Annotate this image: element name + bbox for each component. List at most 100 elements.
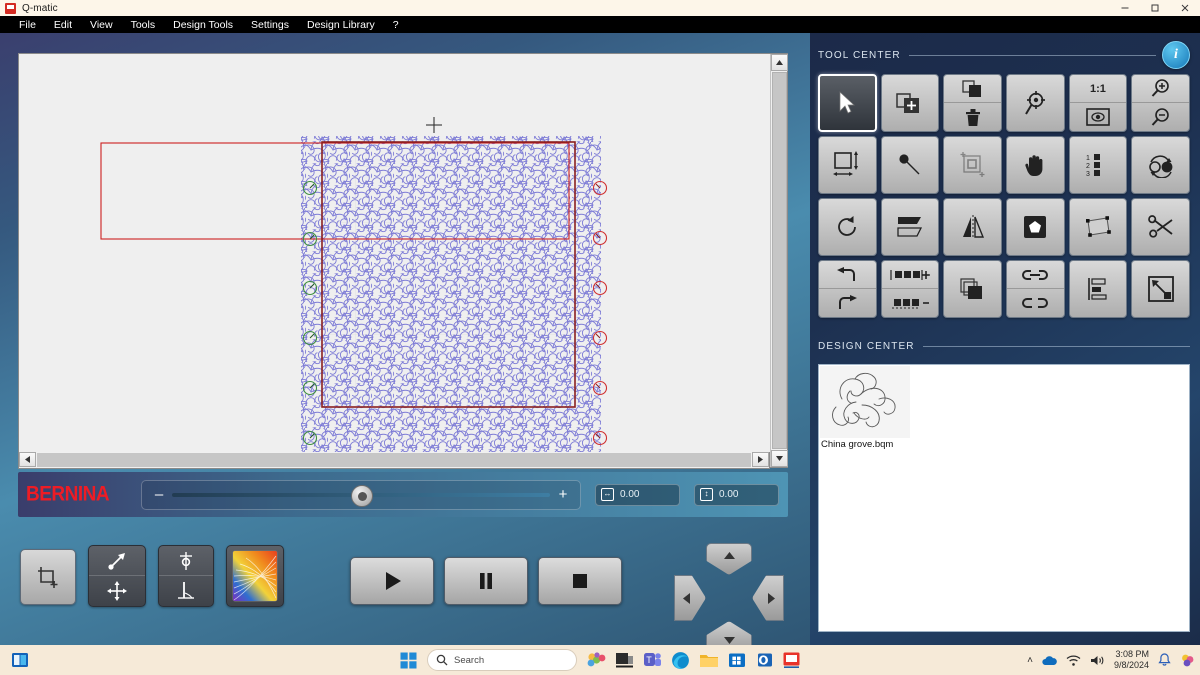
outlook-icon[interactable] [755,651,773,669]
dpad-right-button[interactable] [752,575,784,621]
copilot-icon[interactable] [586,651,606,670]
menu-design-tools[interactable]: Design Tools [164,16,242,33]
menu-edit[interactable]: Edit [45,16,81,33]
add-design-tool[interactable] [880,74,940,132]
canvas-viewport[interactable] [19,54,787,467]
reshape-tool[interactable] [1068,198,1128,256]
cut-tool[interactable] [1131,198,1190,256]
zoom-tool[interactable] [1131,74,1190,132]
repeat-count-tool[interactable] [880,260,940,318]
design-center-list[interactable]: China grove.bqm [818,364,1190,632]
move-cross-half[interactable] [89,576,145,606]
canvas-vertical-scrollbar[interactable] [770,54,788,467]
stop-button[interactable] [538,557,622,605]
design-thumbnail[interactable] [820,366,910,438]
slider-handle[interactable] [351,484,373,507]
zoom-out-half[interactable] [1132,103,1189,131]
zoom-in-half[interactable] [1132,75,1189,103]
swap-objects-tool[interactable] [1131,136,1190,194]
qmatic-icon[interactable] [782,651,801,669]
crop-area-button[interactable] [20,549,76,605]
rotate-tool[interactable] [818,198,877,256]
remove-repeat-half[interactable] [882,289,939,317]
menu-view[interactable]: View [81,16,122,33]
scroll-down-button[interactable] [771,450,788,467]
search-box[interactable]: Search [427,649,577,671]
scroll-up-button[interactable] [771,54,788,71]
width-value-box[interactable]: ↔ 0.00 [595,483,680,506]
menu-settings[interactable]: Settings [242,16,298,33]
delete-half[interactable] [944,103,1001,131]
align-tool[interactable] [1068,260,1128,318]
microsoft-store-icon[interactable] [728,651,746,669]
pin-tool[interactable] [880,136,940,194]
quilt-pattern-render [19,54,772,467]
horizontal-scroll-thumb[interactable] [37,453,751,467]
center-target-tool[interactable] [1006,74,1065,132]
bell-icon[interactable] [1158,653,1171,667]
mirror-tool[interactable] [943,198,1002,256]
dpad-up-button[interactable] [706,543,752,575]
link-tool[interactable] [1006,260,1065,318]
unlink-half[interactable] [1007,289,1064,317]
move-point-button[interactable] [88,545,146,607]
taskview-icon[interactable] [615,651,634,669]
copy-half[interactable] [944,75,1001,103]
copy-delete-tool[interactable] [943,74,1002,132]
speed-slider[interactable]: – + [141,479,581,510]
pan-tool[interactable] [1006,136,1065,194]
teams-icon[interactable]: T [643,651,662,669]
pause-button[interactable] [444,557,528,605]
height-value-box[interactable]: ↕ 0.00 [694,483,779,506]
group-tool[interactable] [943,260,1002,318]
info-button[interactable]: i [1162,41,1190,69]
menu-design-library[interactable]: Design Library [298,16,384,33]
slider-plus-button[interactable]: + [556,486,570,503]
scale-tool[interactable] [1131,260,1190,318]
fit-view-half[interactable] [1070,103,1127,131]
needle-down-half[interactable] [159,576,213,606]
slider-minus-button[interactable]: – [152,486,166,503]
shape-tool[interactable] [1006,198,1065,256]
edge-icon[interactable] [671,651,690,670]
tray-chevron-icon[interactable]: ˄ [1027,655,1033,666]
undo-half[interactable] [819,261,876,289]
minimize-button[interactable] [1110,0,1140,16]
vertical-scroll-thumb[interactable] [772,72,787,449]
menu-help[interactable]: ? [384,16,408,33]
skew-tool[interactable] [880,198,940,256]
link-half[interactable] [1007,261,1064,289]
resize-tool[interactable] [818,136,877,194]
menu-tools[interactable]: Tools [122,16,165,33]
needle-up-half[interactable] [159,546,213,576]
scroll-left-button[interactable] [19,452,36,467]
pattern-preview-button[interactable] [226,545,284,607]
sequence-tool[interactable]: 1 2 3 [1068,136,1128,194]
folder-icon[interactable] [699,652,719,669]
add-repeat-half[interactable] [881,261,939,289]
maximize-button[interactable] [1140,0,1170,16]
undo-redo-tool[interactable] [818,260,877,318]
menu-file[interactable]: File [10,16,45,33]
zoom-actual-tool[interactable]: 1:1 [1068,74,1128,132]
link-icon [1022,269,1049,280]
scroll-right-button[interactable] [752,452,769,467]
select-tool[interactable] [818,74,877,132]
dark-window-icon[interactable] [11,651,29,669]
design-canvas[interactable] [18,53,788,468]
close-button[interactable] [1170,0,1200,16]
wifi-icon[interactable] [1066,654,1081,667]
play-button[interactable] [350,557,434,605]
canvas-horizontal-scrollbar[interactable] [18,452,770,469]
crop-tool[interactable] [943,136,1002,194]
dpad-left-button[interactable] [674,575,706,621]
volume-icon[interactable] [1090,654,1105,667]
diagonal-arrow-half[interactable] [89,546,145,576]
pbi-icon[interactable] [1180,653,1196,668]
zoom-1-1-half[interactable]: 1:1 [1069,75,1127,103]
clock[interactable]: 3:08 PM 9/8/2024 [1114,649,1149,671]
redo-half[interactable] [819,289,876,317]
needle-position-button[interactable] [158,545,214,607]
windows-start-icon[interactable] [399,651,418,670]
onedrive-icon[interactable] [1042,654,1057,667]
